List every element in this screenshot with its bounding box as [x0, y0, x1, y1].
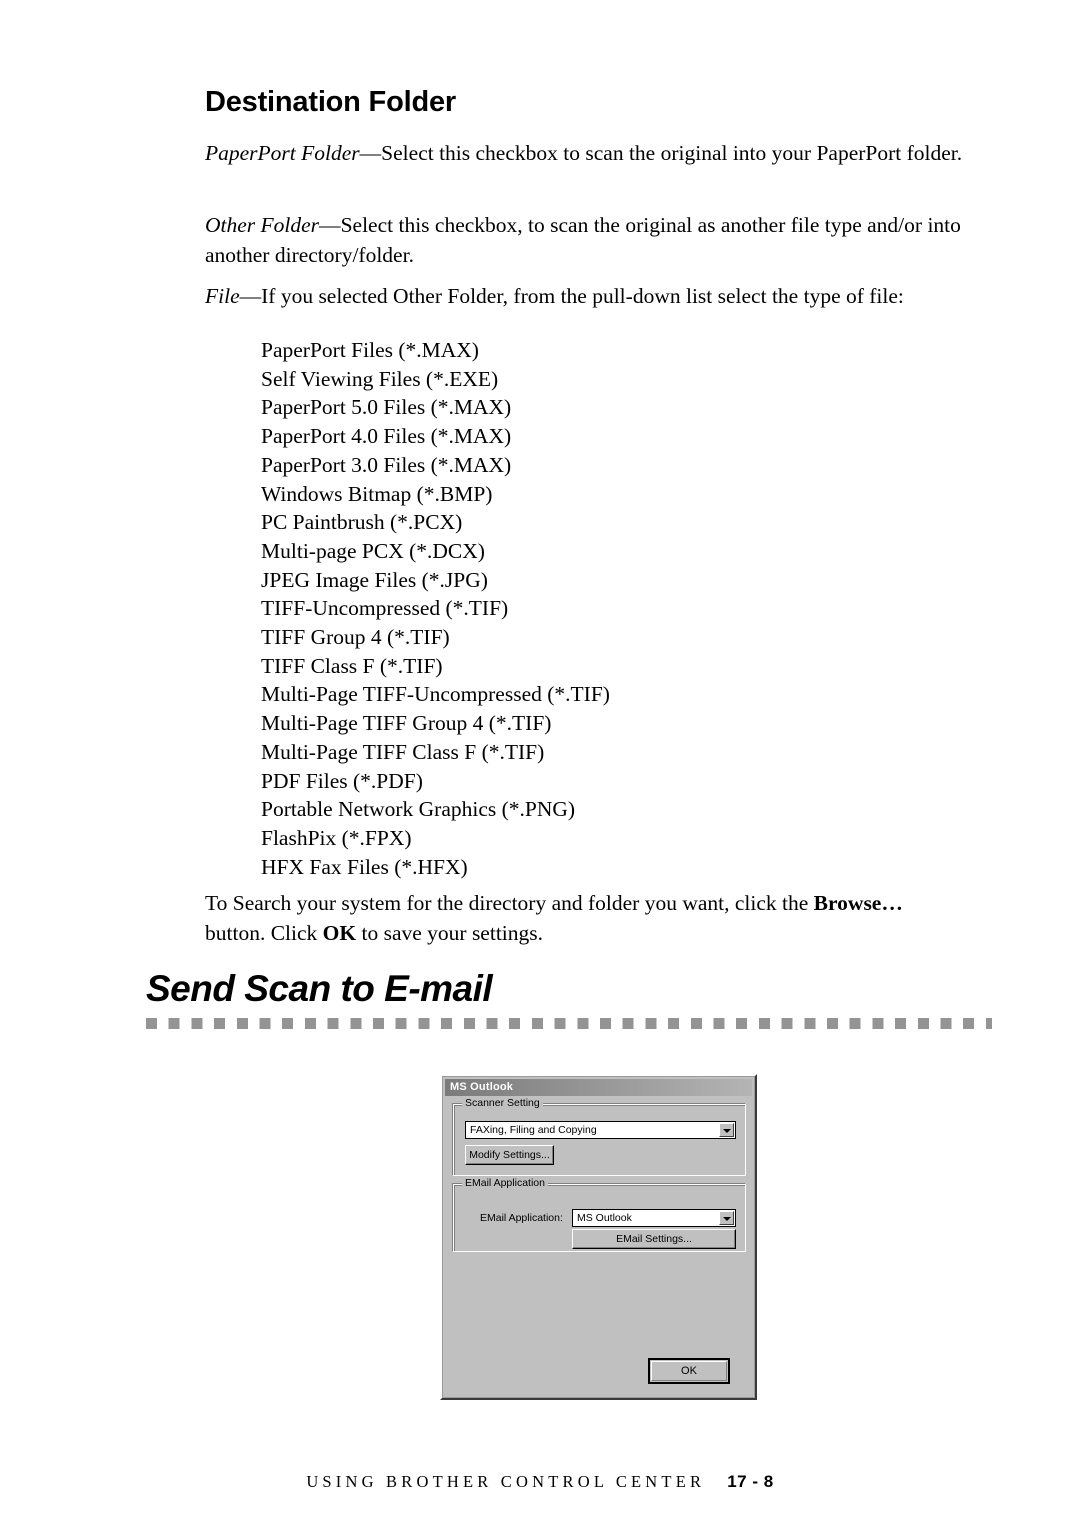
paragraph-paperport-folder: PaperPort Folder—Select this checkbox to… — [205, 138, 995, 168]
modify-settings-button[interactable]: Modify Settings... — [465, 1145, 554, 1165]
paragraph-other-folder: Other Folder—Select this checkbox, to sc… — [205, 210, 995, 270]
group-email-application: EMail Application EMail Application: MS … — [453, 1178, 746, 1252]
file-type-item: Multi-page PCX (*.DCX) — [261, 538, 485, 563]
paragraph-paperport-folder-text: —Select this checkbox to scan the origin… — [359, 141, 963, 165]
file-type-item: Self Viewing Files (*.EXE) — [261, 366, 499, 391]
paragraph-other-folder-text: —Select this checkbox, to scan the origi… — [205, 213, 961, 267]
email-application-label: EMail Application: — [480, 1212, 563, 1224]
file-type-item: Multi-Page TIFF Group 4 (*.TIF) — [261, 711, 552, 736]
file-type-item: PaperPort 5.0 Files (*.MAX) — [261, 395, 512, 420]
file-type-item: PaperPort Files (*.MAX) — [261, 338, 479, 362]
chapter-heading-send-scan-to-email: Send Scan to E-mail — [146, 968, 493, 1009]
browse-end-text: to save your settings. — [356, 921, 544, 945]
email-application-dropdown[interactable]: MS Outlook — [572, 1209, 736, 1227]
file-type-item: PaperPort 3.0 Files (*.MAX) — [261, 452, 512, 477]
page-footer: USING BROTHER CONTROL CENTER 17 - 8 — [0, 1472, 1080, 1492]
file-type-item: TIFF Class F (*.TIF) — [261, 653, 443, 678]
paragraph-browse-ok: To Search your system for the directory … — [205, 888, 965, 948]
decorative-square-rule — [146, 1018, 992, 1029]
file-type-item: Portable Network Graphics (*.PNG) — [261, 797, 576, 822]
email-application-value: MS Outlook — [577, 1212, 632, 1224]
ok-button-reference: OK — [322, 921, 357, 945]
section-heading-destination-folder: Destination Folder — [205, 86, 456, 118]
term-file: File — [205, 284, 240, 308]
file-type-item: Windows Bitmap (*.BMP) — [261, 481, 493, 506]
file-type-item: Multi-Page TIFF Class F (*.TIF) — [261, 739, 545, 764]
scanner-profile-value: FAXing, Filing and Copying — [470, 1124, 597, 1136]
group-email-application-legend: EMail Application — [462, 1178, 548, 1189]
footer-title: USING BROTHER CONTROL CENTER — [306, 1472, 706, 1491]
file-type-item: TIFF-Uncompressed (*.TIF) — [261, 596, 509, 621]
file-type-item: HFX Fax Files (*.HFX) — [261, 854, 468, 879]
file-type-list: PaperPort Files (*.MAX) Self Viewing File… — [261, 336, 610, 881]
email-settings-button[interactable]: EMail Settings... — [572, 1229, 736, 1249]
group-scanner-setting-legend: Scanner Setting — [462, 1098, 543, 1109]
scanner-profile-dropdown[interactable]: FAXing, Filing and Copying — [465, 1121, 736, 1139]
browse-button-reference: Browse… — [813, 891, 903, 915]
footer-page-number: 17 - 8 — [727, 1472, 774, 1491]
document-page: Destination Folder PaperPort Folder—Sele… — [0, 0, 1080, 1529]
ok-button[interactable]: OK — [648, 1358, 730, 1384]
ms-outlook-dialog: MS Outlook Scanner Setting FAXing, Filin… — [440, 1074, 757, 1400]
dialog-titlebar: MS Outlook — [445, 1079, 752, 1096]
chevron-down-icon[interactable] — [719, 1123, 734, 1137]
term-paperport-folder: PaperPort Folder — [205, 141, 360, 165]
group-scanner-setting: Scanner Setting FAXing, Filing and Copyi… — [453, 1098, 746, 1176]
file-type-item: TIFF Group 4 (*.TIF) — [261, 625, 450, 650]
file-type-item: Multi-Page TIFF-Uncompressed (*.TIF) — [261, 682, 610, 707]
file-type-item: FlashPix (*.FPX) — [261, 825, 412, 850]
term-other-folder: Other Folder — [205, 213, 320, 237]
file-type-item: PaperPort 4.0 Files (*.MAX) — [261, 424, 512, 449]
file-type-item: JPEG Image Files (*.JPG) — [261, 567, 488, 592]
file-type-item: PC Paintbrush (*.PCX) — [261, 510, 463, 535]
paragraph-file: File—If you selected Other Folder, from … — [205, 281, 1005, 311]
ok-button-label: OK — [651, 1361, 727, 1381]
browse-intro-text: To Search your system for the directory … — [205, 891, 814, 915]
paragraph-file-text: —If you selected Other Folder, from the … — [239, 284, 904, 308]
chevron-down-icon[interactable] — [719, 1211, 734, 1225]
browse-middle-text: button. Click — [205, 921, 323, 945]
file-type-item: PDF Files (*.PDF) — [261, 768, 423, 793]
